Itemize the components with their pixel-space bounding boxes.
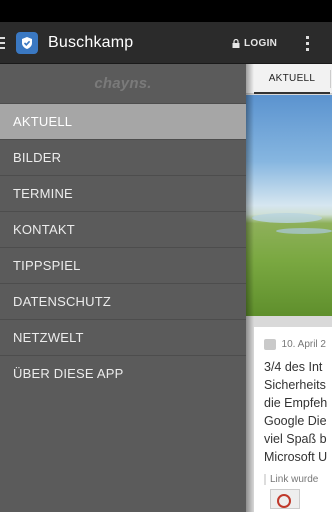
menu-icon[interactable] (0, 22, 10, 64)
card-text-line: 3/4 des Int (264, 360, 323, 374)
action-bar: Buschkamp LOGIN (0, 22, 332, 64)
card-text-line: viel Spaß b (264, 432, 327, 446)
content-pane: AKTUELL 10. April 2 3/4 des Int Sicherhe… (246, 64, 332, 512)
drawer-item-datenschutz[interactable]: DATENSCHUTZ (0, 283, 246, 319)
card-text-line: die Empfeh (264, 396, 328, 410)
chayns-logo: chayns. (94, 75, 152, 92)
card-link-label[interactable]: Link wurde (264, 474, 326, 485)
more-vertical-icon[interactable] (300, 22, 314, 64)
card-text-line: Google Die (264, 414, 327, 428)
tab-divider (330, 70, 331, 88)
card-text-line: Sicherheits (264, 378, 326, 392)
card-text: 3/4 des Int Sicherheits die Empfeh Googl… (264, 358, 328, 466)
card-text-line: Microsoft U (264, 450, 328, 464)
navigation-drawer: chayns. AKTUELL BILDER TERMINE KONTAKT T… (0, 64, 246, 512)
card-date: 10. April 2 (281, 339, 326, 350)
drawer-item-termine[interactable]: TERMINE (0, 175, 246, 211)
tab-bar: AKTUELL (246, 64, 332, 94)
header-image (246, 95, 332, 316)
drawer-item-netzwelt[interactable]: NETZWELT (0, 319, 246, 355)
drawer-item-tippspiel[interactable]: TIPPSPIEL (0, 247, 246, 283)
lock-icon (232, 38, 240, 48)
news-card[interactable]: 10. April 2 3/4 des Int Sicherheits die … (254, 327, 332, 512)
drawer-item-aktuell[interactable]: AKTUELL (0, 103, 246, 139)
login-label: LOGIN (244, 37, 278, 49)
shield-check-icon[interactable] (16, 31, 38, 54)
app-title: Buschkamp (48, 33, 134, 51)
status-bar (0, 0, 332, 22)
drawer-item-kontakt[interactable]: KONTAKT (0, 211, 246, 247)
drawer-shadow (246, 64, 254, 512)
tab-aktuell[interactable]: AKTUELL (254, 64, 330, 94)
login-button[interactable]: LOGIN (232, 22, 277, 64)
drawer-item-bilder[interactable]: BILDER (0, 139, 246, 175)
link-thumbnail[interactable] (270, 489, 300, 509)
card-date-row: 10. April 2 (264, 339, 326, 350)
comment-icon (264, 339, 276, 350)
drawer-item-ueber-diese-app[interactable]: ÜBER DIESE APP (0, 355, 246, 391)
